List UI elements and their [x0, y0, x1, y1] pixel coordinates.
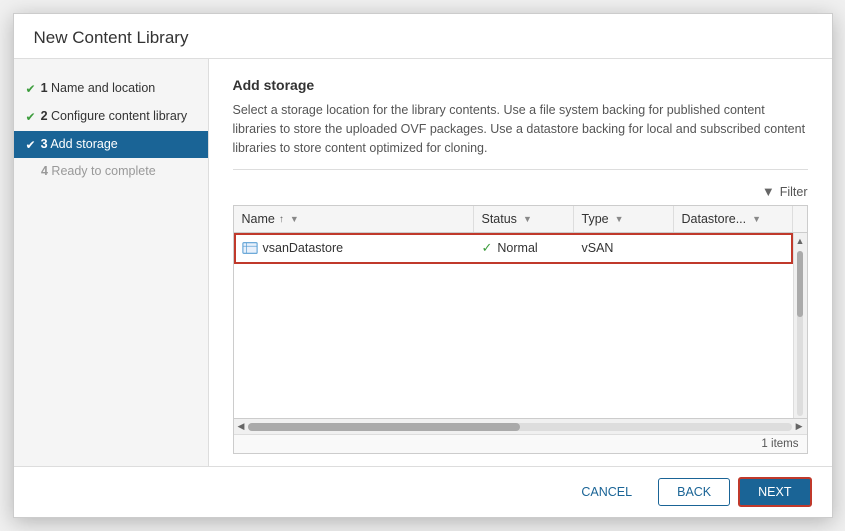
- col-status[interactable]: Status ▼: [474, 206, 574, 232]
- v-scrollbar[interactable]: ▲: [793, 233, 807, 418]
- main-content: Add storage Select a storage location fo…: [209, 59, 832, 466]
- col-type[interactable]: Type ▼: [574, 206, 674, 232]
- section-desc: Select a storage location for the librar…: [233, 101, 808, 170]
- sidebar-step4-label: 4 Ready to complete: [41, 163, 196, 181]
- back-button[interactable]: BACK: [658, 478, 730, 506]
- cell-type: vSAN: [574, 233, 674, 263]
- sidebar-item-step2[interactable]: ✔ 2 Configure content library: [14, 103, 208, 131]
- h-scroll-thumb: [248, 423, 520, 431]
- col-type-label: Type: [582, 212, 609, 226]
- cell-status: ✓ Normal: [474, 233, 574, 263]
- section-title: Add storage: [233, 77, 808, 93]
- sidebar-step2-label: 2 Configure content library: [41, 108, 196, 126]
- col-scrollbar-spacer: [793, 206, 807, 232]
- h-scroll-right-arrow[interactable]: ▶: [794, 421, 805, 432]
- row-status-label: Normal: [497, 241, 537, 255]
- dialog-footer: CANCEL BACK NEXT: [14, 466, 832, 517]
- row-name: vsanDatastore: [263, 241, 344, 255]
- col-name-dropdown-icon[interactable]: ▼: [290, 214, 299, 224]
- col-datastore[interactable]: Datastore... ▼: [674, 206, 793, 232]
- v-scroll-thumb: [797, 251, 803, 317]
- row-type: vSAN: [582, 241, 614, 255]
- h-scroll-left-arrow[interactable]: ◀: [236, 421, 247, 432]
- status-check-icon: ✓: [482, 240, 493, 256]
- col-name[interactable]: Name ↑ ▼: [234, 206, 474, 232]
- table-body: vsanDatastore ✓ Normal vSAN: [234, 233, 793, 418]
- col-datastore-label: Datastore...: [682, 212, 747, 226]
- check-icon-step3: ✔: [26, 137, 36, 154]
- filter-label[interactable]: Filter: [780, 185, 808, 199]
- storage-table: Name ↑ ▼ Status ▼ Type ▼ Datastore...: [233, 205, 808, 454]
- sidebar: ✔ 1 Name and location ✔ 2 Configure cont…: [14, 59, 209, 466]
- check-icon-step1: ✔: [26, 81, 36, 98]
- table-footer: 1 items: [234, 434, 807, 453]
- dialog-title: New Content Library: [34, 28, 812, 48]
- next-button[interactable]: NEXT: [738, 477, 811, 507]
- new-content-library-dialog: New Content Library ✔ 1 Name and locatio…: [13, 13, 833, 518]
- sort-asc-icon: ↑: [279, 214, 284, 225]
- col-type-dropdown-icon[interactable]: ▼: [615, 214, 624, 224]
- col-datastore-dropdown-icon[interactable]: ▼: [752, 214, 761, 224]
- dialog-header: New Content Library: [14, 14, 832, 59]
- h-scrollbar-area[interactable]: ◀ ▶: [234, 418, 807, 434]
- sidebar-item-step1[interactable]: ✔ 1 Name and location: [14, 75, 208, 103]
- sidebar-item-step4: ✔ 4 Ready to complete: [14, 158, 208, 186]
- cancel-button[interactable]: CANCEL: [563, 479, 650, 505]
- v-scroll-track: [797, 251, 803, 416]
- dialog-body: ✔ 1 Name and location ✔ 2 Configure cont…: [14, 59, 832, 466]
- sidebar-item-step3[interactable]: ✔ 3 Add storage: [14, 131, 208, 159]
- sidebar-step1-label: 1 Name and location: [41, 80, 196, 98]
- table-header: Name ↑ ▼ Status ▼ Type ▼ Datastore...: [234, 206, 807, 233]
- sidebar-step3-label: 3 Add storage: [41, 136, 196, 154]
- col-status-label: Status: [482, 212, 517, 226]
- col-status-dropdown-icon[interactable]: ▼: [523, 214, 532, 224]
- col-name-label: Name: [242, 212, 275, 226]
- filter-bar: ▼ Filter: [233, 184, 808, 199]
- v-scroll-up-arrow[interactable]: ▲: [796, 233, 805, 249]
- cell-datastore: [674, 233, 793, 263]
- check-icon-step2: ✔: [26, 109, 36, 126]
- filter-icon: ▼: [762, 184, 775, 199]
- cell-name: vsanDatastore: [234, 233, 474, 263]
- h-scroll-track: [248, 423, 791, 431]
- datastore-icon: [242, 241, 258, 255]
- table-body-wrapper: vsanDatastore ✓ Normal vSAN: [234, 233, 807, 418]
- table-row[interactable]: vsanDatastore ✓ Normal vSAN: [234, 233, 793, 264]
